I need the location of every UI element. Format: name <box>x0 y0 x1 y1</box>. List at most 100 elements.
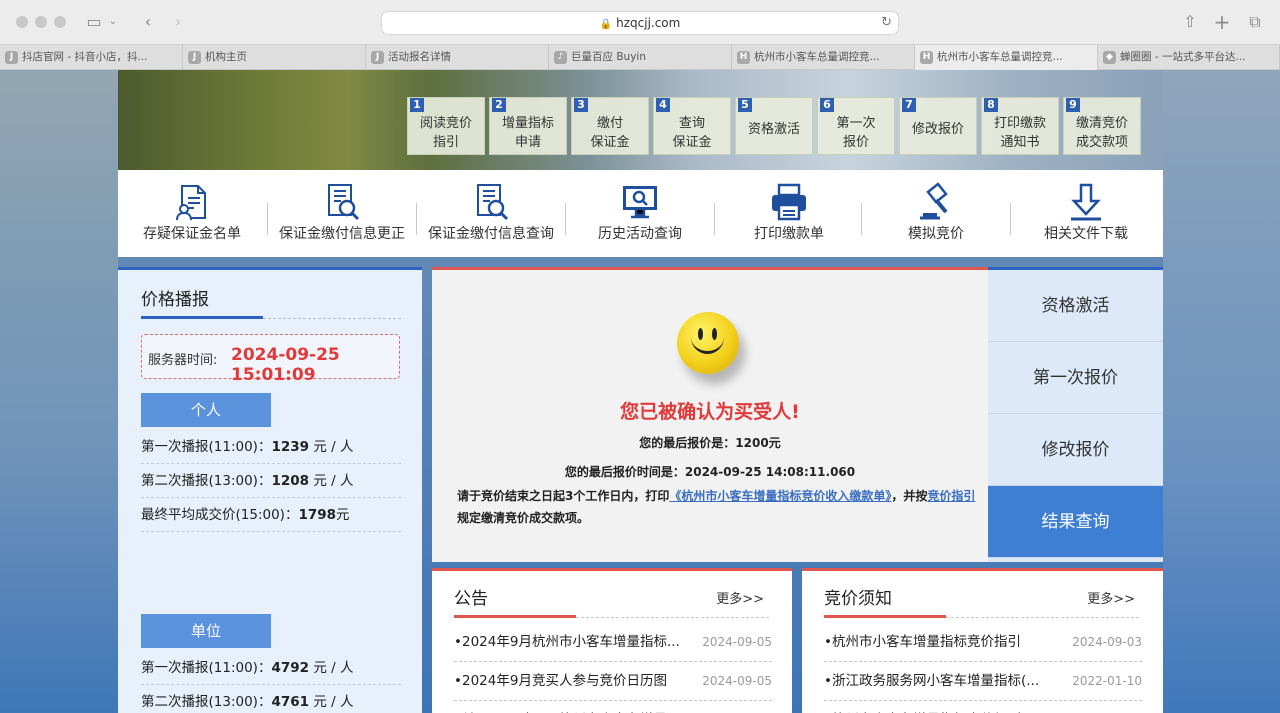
bullet: • <box>454 634 462 650</box>
list-item[interactable]: • 2024年9月竞买人参与竞价日历图 2024-09-05 <box>454 662 772 701</box>
tab-label: 巨量百应 Buyin <box>571 51 646 63</box>
address-bar[interactable]: 🔒 hzqcjj.com ↻ <box>381 11 899 35</box>
step-button-3[interactable]: 3 缴付 保证金 <box>571 97 649 155</box>
url-text: hzqcjj.com <box>616 16 681 30</box>
lock-icon: 🔒 <box>599 19 613 30</box>
price-label: 最终平均成交价(15:00)： <box>141 507 299 523</box>
separator <box>565 203 566 235</box>
instructions-text: 请于竞价结束之日起3个工作日内，打印 <box>457 489 670 503</box>
quick-link-label: 历史活动查询 <box>598 226 682 242</box>
list-item-title: 浙江政务服务网小客车增量指标(... <box>832 673 1040 689</box>
price-value: 4761 <box>271 694 310 710</box>
step-label-line: 第一次 <box>836 116 876 131</box>
tab-label: 杭州市小客车总量调控竞... <box>754 51 880 63</box>
divider <box>263 318 401 319</box>
tab-overview-icon[interactable]: ⧉ <box>1243 11 1267 33</box>
back-icon[interactable]: ‹ <box>136 11 160 33</box>
step-button-1[interactable]: 1 阅读竞价 指引 <box>407 97 485 155</box>
server-time-label: 服务器时间: <box>148 353 218 368</box>
step-button-4[interactable]: 4 查询 保证金 <box>653 97 731 155</box>
personal-tab[interactable]: 个人 <box>141 393 271 427</box>
document-search-icon <box>471 182 511 222</box>
browser-tab[interactable]: ◆ 蝉圈圈 - 一站式多平台达... <box>1098 45 1280 70</box>
step-button-8[interactable]: 8 打印缴款 通知书 <box>981 97 1059 155</box>
action-menu: 资格激活 第一次报价 修改报价 结果查询 <box>988 267 1163 562</box>
browser-tab[interactable]: H 杭州市小客车总量调控竞... <box>915 45 1098 70</box>
step-button-6[interactable]: 6 第一次 报价 <box>817 97 895 155</box>
browser-tab[interactable]: H 杭州市小客车总量调控竞... <box>732 45 915 70</box>
tab-favicon: J <box>371 51 384 64</box>
browser-tab[interactable]: ♪ 巨量百应 Buyin <box>549 45 732 70</box>
price-broadcast-panel: 价格播报 服务器时间: 2024-09-25 15:01:09 个人 第一次播报… <box>118 267 422 713</box>
quick-links-bar: 存疑保证金名单 保证金缴付信息更正 保证金缴付信息查询 历史活动查询 打印缴款单 模拟竞价… <box>118 170 1163 257</box>
list-item[interactable]: • 2024年9月杭州市小客车增量指标... 2024-09-05 <box>454 623 772 662</box>
step-label-line: 修改报价 <box>911 122 964 137</box>
quick-link-4[interactable]: 历史活动查询 <box>566 170 714 257</box>
sidebar-icon[interactable]: ▭ <box>82 11 106 33</box>
menu-item-3[interactable]: 修改报价 <box>988 414 1163 486</box>
chevron-down-icon[interactable]: ⌄ <box>106 11 120 33</box>
reload-icon[interactable]: ↻ <box>881 12 892 34</box>
instructions-text: 规定缴清竞价成交款项。 <box>457 511 590 525</box>
payment-form-link[interactable]: 《杭州市小客车增量指标竞价收入缴款单》 <box>669 489 891 503</box>
quick-link-1[interactable]: 存疑保证金名单 <box>118 170 266 257</box>
forward-icon[interactable]: › <box>166 11 190 33</box>
title-underline <box>141 316 263 319</box>
quick-link-5[interactable]: 打印缴款单 <box>715 170 863 257</box>
title-underline <box>454 615 576 618</box>
step-button-9[interactable]: 9 缴清竞价 成交款项 <box>1063 97 1141 155</box>
step-number: 3 <box>574 98 588 112</box>
browser-tab[interactable]: J 机构主页 <box>183 45 366 70</box>
bullet: • <box>454 701 462 713</box>
list-item[interactable]: • 浙江政务服务网小客车增量指标(... 2022-01-10 <box>824 662 1142 701</box>
quick-link-label: 打印缴款单 <box>754 226 824 242</box>
step-button-5[interactable]: 5 资格激活 <box>735 97 813 155</box>
minimize-window-button[interactable] <box>35 16 47 28</box>
price-unit: 元 / 人 <box>309 694 354 710</box>
bullet: • <box>824 701 832 713</box>
browser-tab[interactable]: J 活动报名详情 <box>366 45 549 70</box>
step-label: 查询 保证金 <box>654 114 730 152</box>
document-search-icon <box>322 182 362 222</box>
price-panel-title: 价格播报 <box>141 290 209 310</box>
separator <box>861 203 862 235</box>
last-time-text: 您的最后报价时间是：2024-09-25 14:08:11.060 <box>564 465 856 479</box>
price-unit: 元 / 人 <box>309 473 354 489</box>
browser-tab[interactable]: J 抖店官网 - 抖音小店，抖... <box>0 45 183 70</box>
notice-title: 公告 <box>454 589 488 609</box>
rules-more-link[interactable]: 更多>> <box>1087 588 1135 607</box>
tab-favicon: J <box>188 51 201 64</box>
document-user-icon <box>172 182 212 222</box>
quick-link-2[interactable]: 保证金缴付信息更正 <box>268 170 416 257</box>
list-item-date: 2024-01-05 <box>1072 701 1142 713</box>
list-item[interactable]: • 杭州市小客车增量指标竞价指引 2024-09-03 <box>824 623 1142 662</box>
separator <box>267 203 268 235</box>
menu-item-4[interactable]: 结果查询 <box>988 486 1163 558</box>
bidding-guide-link[interactable]: 竞价指引 <box>927 489 975 503</box>
step-label-line: 通知书 <box>1000 135 1040 150</box>
quick-link-label: 相关文件下载 <box>1044 226 1128 242</box>
menu-item-1[interactable]: 资格激活 <box>988 270 1163 342</box>
notice-more-link[interactable]: 更多>> <box>716 588 764 607</box>
server-time-box: 服务器时间: 2024-09-25 15:01:09 <box>141 334 400 385</box>
quick-link-7[interactable]: 相关文件下载 <box>1011 170 1161 257</box>
price-label: 第一次播报(11:00)： <box>141 660 272 676</box>
bullet: • <box>824 673 832 689</box>
share-icon[interactable]: ⇧ <box>1178 11 1202 33</box>
unit-tab[interactable]: 单位 <box>141 614 271 648</box>
quick-link-6[interactable]: 模拟竞价 <box>862 170 1010 257</box>
new-tab-icon[interactable]: + <box>1210 11 1234 33</box>
list-item[interactable]: •杭州市小客车增量指标竞价规则 2024-01-05 <box>824 701 1142 713</box>
step-number: 5 <box>738 98 752 112</box>
zoom-window-button[interactable] <box>54 16 66 28</box>
step-button-7[interactable]: 7 修改报价 <box>899 97 977 155</box>
separator <box>416 203 417 235</box>
step-label-line: 查询 <box>678 116 705 131</box>
menu-item-2[interactable]: 第一次报价 <box>988 342 1163 414</box>
quick-link-3[interactable]: 保证金缴付信息查询 <box>417 170 565 257</box>
price-label: 第二次播报(13:00)： <box>141 473 272 489</box>
step-button-2[interactable]: 2 增量指标 申请 <box>489 97 567 155</box>
close-window-button[interactable] <box>16 16 28 28</box>
result-panel: 您已被确认为买受人! 您的最后报价是：1200元 您的最后报价时间是：2024-… <box>432 267 988 562</box>
list-item[interactable]: •关于2024年9月杭州市小客车增量... 2024-09-05 <box>454 701 772 713</box>
